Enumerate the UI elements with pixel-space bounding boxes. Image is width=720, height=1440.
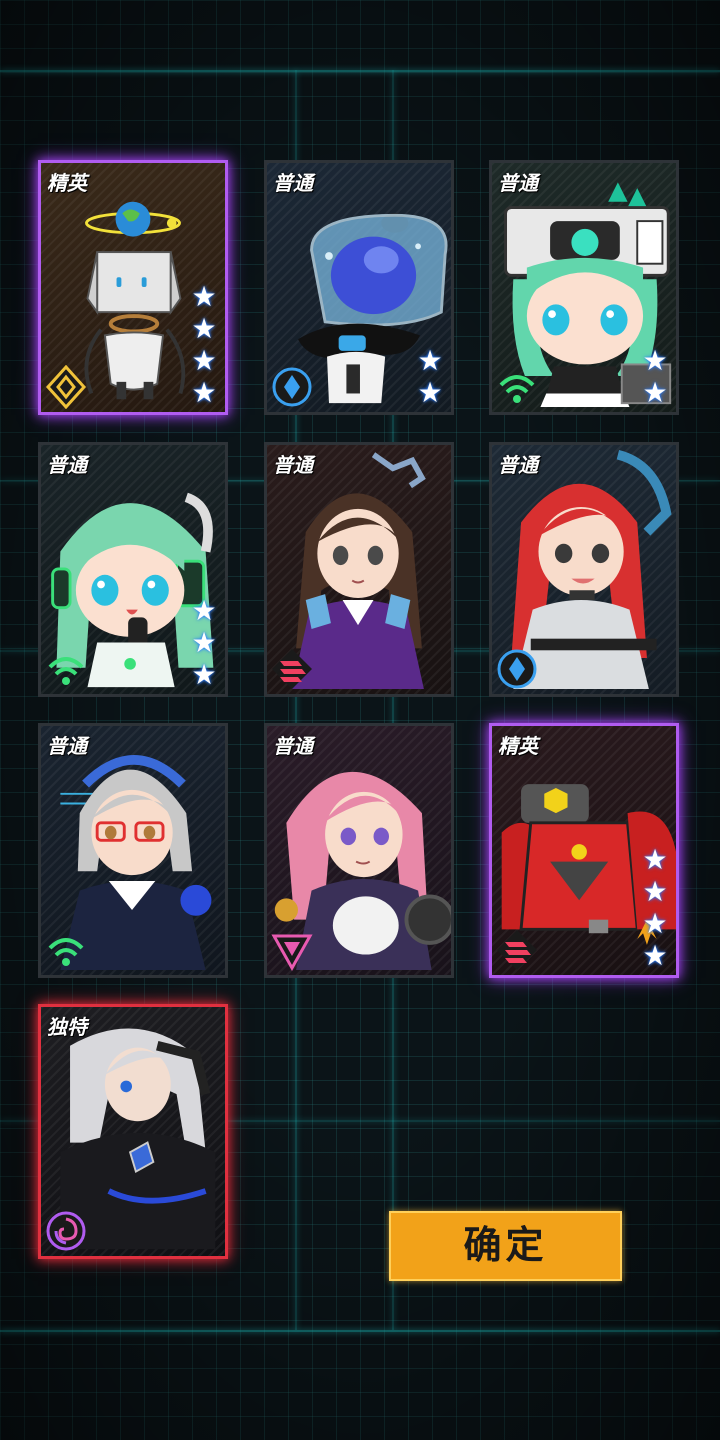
circle-class-icon (497, 649, 537, 689)
swirl-class-icon (46, 1211, 86, 1251)
star-icon: ★ (191, 658, 217, 691)
confirm-button[interactable]: 确定 (389, 1211, 622, 1281)
character-card[interactable]: 普通 (489, 442, 679, 697)
rank-label: 独特 (47, 1015, 87, 1039)
star-icon: ★ (191, 280, 217, 313)
character-card[interactable]: 普通 (264, 442, 454, 697)
character-card[interactable]: 普通 ★ ★ (264, 160, 454, 415)
rank-label: 普通 (273, 171, 313, 195)
star-icon: ★ (417, 344, 443, 377)
bars-class-icon (272, 649, 312, 689)
triangle-class-icon (271, 934, 313, 972)
star-icon: ★ (642, 939, 668, 972)
rank-label: 普通 (47, 734, 87, 758)
star-icon: ★ (642, 875, 668, 908)
star-icon: ★ (191, 376, 217, 409)
star-icon: ★ (191, 344, 217, 377)
star-icon: ★ (191, 312, 217, 345)
rank-label: 精英 (498, 734, 538, 758)
diamond-class-icon (45, 365, 87, 409)
rank-label: 普通 (273, 734, 313, 758)
rank-label: 精英 (47, 171, 87, 195)
star-rating: ★ ★ ★ ★ (189, 282, 219, 408)
star-icon: ★ (191, 626, 217, 659)
star-rating: ★ ★ ★ (189, 596, 219, 690)
character-card[interactable]: 普通 (38, 723, 228, 978)
rank-label: 普通 (47, 453, 87, 477)
rank-label: 普通 (498, 453, 538, 477)
star-icon: ★ (191, 594, 217, 627)
rank-label: 普通 (498, 171, 538, 195)
wifi-class-icon (48, 938, 84, 966)
character-card[interactable]: 精英 ★ ★ ★ ★ (38, 160, 228, 415)
character-card[interactable]: 普通 ★ ★ ★ (38, 442, 228, 697)
star-icon: ★ (642, 376, 668, 409)
character-card[interactable]: 普通 ★ ★ (489, 160, 679, 415)
rank-label: 普通 (273, 453, 313, 477)
star-icon: ★ (642, 907, 668, 940)
star-icon: ★ (417, 376, 443, 409)
star-icon: ★ (642, 843, 668, 876)
star-rating: ★ ★ ★ ★ (640, 845, 670, 971)
character-card[interactable]: 独特 (38, 1004, 228, 1259)
bars-class-icon (497, 930, 537, 970)
wifi-class-icon (48, 657, 84, 685)
star-rating: ★ ★ (640, 346, 670, 408)
character-card[interactable]: 普通 (264, 723, 454, 978)
star-rating: ★ ★ (415, 346, 445, 408)
circle-class-icon (272, 367, 312, 407)
character-card[interactable]: 精英 ★ ★ ★ ★ (489, 723, 679, 978)
star-icon: ★ (642, 344, 668, 377)
wifi-class-icon (499, 375, 535, 403)
